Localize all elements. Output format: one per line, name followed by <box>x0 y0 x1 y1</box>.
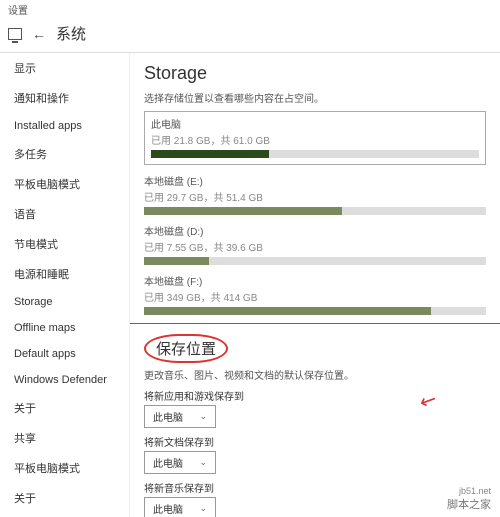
sidebar-item[interactable]: 平板电脑模式 <box>0 453 129 483</box>
drive-name: 本地磁盘 (D:) <box>144 223 486 238</box>
sidebar: 显示通知和操作Installed apps多任务平板电脑模式语音节电模式电源和睡… <box>0 53 130 517</box>
drive-usage-bar <box>144 257 486 265</box>
sidebar-item[interactable]: 显示 <box>0 53 129 83</box>
window-title: 设置 <box>0 0 500 19</box>
drive-usage-text: 已用 7.55 GB，共 39.6 GB <box>144 239 486 254</box>
drive-usage-text: 已用 29.7 GB，共 51.4 GB <box>144 189 486 204</box>
drive-usage-bar <box>151 150 479 158</box>
main-content: Storage 选择存储位置以查看哪些内容在占空间。 此电脑已用 21.8 GB… <box>130 53 500 517</box>
select-value: 此电脑 <box>153 501 183 516</box>
sidebar-item[interactable]: 通知和操作 <box>0 83 129 113</box>
drive-item[interactable]: 本地磁盘 (E:)已用 29.7 GB，共 51.4 GB <box>144 173 486 215</box>
location-select[interactable]: 此电脑 ⌄ <box>144 497 216 517</box>
sidebar-item[interactable]: 关于 <box>0 393 129 423</box>
drive-item[interactable]: 此电脑已用 21.8 GB，共 61.0 GB <box>144 111 486 165</box>
chevron-down-icon: ⌄ <box>199 457 207 468</box>
sidebar-item[interactable]: 多任务 <box>0 139 129 169</box>
drive-name: 本地磁盘 (F:) <box>144 273 486 288</box>
pc-icon <box>8 28 22 40</box>
option-label: 将新文档保存到 <box>144 434 486 449</box>
select-value: 此电脑 <box>153 409 183 424</box>
sidebar-item[interactable]: 平板电脑模式 <box>0 169 129 199</box>
storage-heading: Storage <box>144 63 486 84</box>
sidebar-item[interactable]: 关于 <box>0 483 129 513</box>
save-location-option: 将新音乐保存到此电脑 ⌄ <box>144 480 486 517</box>
drive-item[interactable]: 本地磁盘 (F:)已用 349 GB，共 414 GB <box>144 273 486 315</box>
annotation-line <box>130 323 500 324</box>
sidebar-item[interactable]: Windows Defender <box>0 367 129 393</box>
drive-usage-bar <box>144 307 486 315</box>
save-location-option: 将新文档保存到此电脑 ⌄ <box>144 434 486 474</box>
location-select[interactable]: 此电脑 ⌄ <box>144 451 216 474</box>
save-locations-heading: 保存位置 <box>144 334 228 363</box>
watermark: jb51.net 脚本之家 <box>444 485 494 513</box>
sidebar-item[interactable]: 语音 <box>0 199 129 229</box>
back-icon[interactable]: ← <box>32 26 46 42</box>
chevron-down-icon: ⌄ <box>199 503 207 514</box>
header: ← 系统 <box>0 19 500 53</box>
storage-description: 选择存储位置以查看哪些内容在占空间。 <box>144 90 486 105</box>
drive-usage-bar <box>144 207 486 215</box>
drive-usage-text: 已用 21.8 GB，共 61.0 GB <box>151 132 479 147</box>
chevron-down-icon: ⌄ <box>199 411 207 422</box>
sidebar-item[interactable]: Storage <box>0 289 129 315</box>
drive-name: 此电脑 <box>151 116 479 131</box>
drive-usage-text: 已用 349 GB，共 414 GB <box>144 289 486 304</box>
drive-name: 本地磁盘 (E:) <box>144 173 486 188</box>
page-title: 系统 <box>56 23 86 44</box>
sidebar-item[interactable]: Offline maps <box>0 315 129 341</box>
drive-item[interactable]: 本地磁盘 (D:)已用 7.55 GB，共 39.6 GB <box>144 223 486 265</box>
sidebar-item[interactable]: Installed apps <box>0 113 129 139</box>
select-value: 此电脑 <box>153 455 183 470</box>
sidebar-item[interactable]: 共享 <box>0 423 129 453</box>
location-select[interactable]: 此电脑 ⌄ <box>144 405 216 428</box>
watermark-url: jb51.net <box>447 486 491 496</box>
sidebar-item[interactable]: Default apps <box>0 341 129 367</box>
option-label: 将新音乐保存到 <box>144 480 486 495</box>
sidebar-item[interactable]: 电源和睡眠 <box>0 259 129 289</box>
save-locations-description: 更改音乐、图片、视频和文档的默认保存位置。 <box>144 367 486 382</box>
sidebar-item[interactable]: 节电模式 <box>0 229 129 259</box>
